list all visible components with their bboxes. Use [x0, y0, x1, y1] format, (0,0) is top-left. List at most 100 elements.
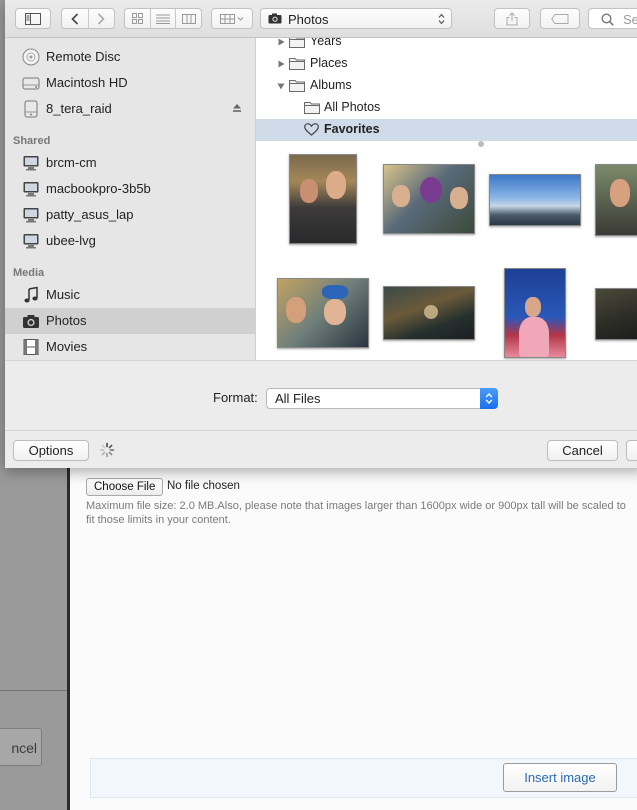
photo-thumbnail[interactable]: [595, 288, 637, 340]
sidebar-item-macintosh-hd[interactable]: Macintosh HD: [5, 70, 255, 96]
disclosure-right-icon: [278, 38, 285, 46]
sidebar-item-patty-asus-lap[interactable]: patty_asus_lap: [5, 202, 255, 228]
background-divider: [0, 690, 67, 691]
folder-icon: [289, 38, 305, 48]
photo-thumbnail[interactable]: [595, 164, 637, 236]
background-cancel-button[interactable]: ncel: [0, 728, 42, 766]
folder-icon: [289, 80, 305, 92]
arrange-grid-icon: [220, 13, 244, 24]
format-label: Format:: [213, 390, 258, 405]
sidebar-item-label: Macintosh HD: [46, 75, 128, 90]
folder-icon: [289, 58, 305, 70]
dialog-bottom-bar: Options Cancel: [5, 430, 637, 468]
sidebar-item-8-tera-raid[interactable]: 8_tera_raid: [5, 96, 255, 122]
sidebar-item-movies[interactable]: Movies: [5, 334, 255, 360]
choose-file-button[interactable]: Choose File: [86, 478, 164, 496]
tree-label: All Photos: [324, 100, 381, 114]
music-note-icon: [24, 286, 38, 303]
photo-thumbnail[interactable]: [489, 174, 581, 226]
sidebar-item-label: Photos: [46, 313, 87, 328]
photo-thumbnail[interactable]: [504, 268, 566, 358]
location-popup-label: Photos: [288, 12, 329, 27]
tree-row-years[interactable]: Years: [256, 38, 637, 53]
sidebar-item-remote-disc[interactable]: Remote Disc: [5, 44, 255, 70]
photo-thumbnail[interactable]: [277, 278, 369, 348]
tree-label: Albums: [310, 78, 352, 92]
column-view-button[interactable]: [176, 9, 201, 28]
search-field[interactable]: Se: [588, 8, 637, 29]
photo-thumbnail[interactable]: [383, 286, 475, 340]
sidebar-item-macbookpro-3b5b[interactable]: macbookpro-3b5b: [5, 176, 255, 202]
sidebar-item-music[interactable]: Music: [5, 282, 255, 308]
sidebar-item-photos[interactable]: Photos: [5, 308, 255, 334]
updown-chevron-icon: [485, 393, 493, 404]
computer-icon: [23, 208, 39, 223]
format-select[interactable]: All Files: [266, 388, 498, 409]
disclosure-down-icon: [277, 83, 285, 90]
camera-icon: [268, 13, 282, 24]
sidebar-item-label: patty_asus_lap: [46, 207, 134, 222]
camera-icon: [23, 315, 39, 328]
back-forward-control: [61, 8, 115, 29]
sidebar-toggle-button[interactable]: [15, 8, 51, 29]
search-placeholder: Se: [623, 12, 637, 27]
format-area: Format: All Files: [5, 360, 637, 431]
sidebar-item-label: brcm-cm: [46, 155, 97, 170]
hard-drive-icon: [22, 77, 40, 90]
format-select-value: All Files: [275, 391, 321, 406]
sidebar-item-brcm-cm[interactable]: brcm-cm: [5, 150, 255, 176]
tree-row-favorites[interactable]: Favorites: [256, 119, 637, 141]
file-open-dialog: Photos Se Remote Disc Macintosh HD 8_ter…: [5, 0, 637, 468]
file-browser: Years Places Albums All Photos Favorites: [255, 38, 637, 360]
share-icon: [506, 11, 518, 25]
computer-icon: [23, 156, 39, 171]
list-view-button[interactable]: [151, 9, 177, 28]
sidebar-item-label: Remote Disc: [46, 49, 121, 64]
folder-icon: [304, 102, 320, 114]
tree-row-all-photos[interactable]: All Photos: [256, 97, 637, 119]
arrange-button[interactable]: [211, 8, 253, 29]
disclosure-right-icon: [278, 60, 285, 68]
format-select-stepper: [480, 388, 498, 409]
sidebar-toggle-icon: [25, 12, 41, 25]
view-mode-control: [124, 8, 202, 29]
sidebar-item-label: macbookpro-3b5b: [46, 181, 151, 196]
film-icon: [23, 339, 39, 355]
tree-label: Years: [310, 38, 342, 48]
sidebar-item-label: ubee-lvg: [46, 233, 96, 248]
computer-icon: [23, 182, 39, 197]
location-popup[interactable]: Photos: [260, 8, 452, 29]
share-button[interactable]: [494, 8, 530, 29]
tree-label: Favorites: [324, 122, 380, 136]
sidebar-item-label: 8_tera_raid: [46, 101, 112, 116]
sidebar-item-label: Movies: [46, 339, 88, 354]
tree-label: Places: [310, 56, 348, 70]
photo-grid: [256, 140, 637, 360]
back-button[interactable]: [62, 9, 89, 28]
sidebar-heading-shared: Shared: [13, 135, 51, 147]
dialog-toolbar: Photos Se: [5, 0, 637, 38]
forward-button[interactable]: [89, 9, 115, 28]
dialog-sidebar: Remote Disc Macintosh HD 8_tera_raid Sha…: [5, 38, 255, 360]
disc-icon: [22, 48, 40, 66]
list-view-icon: [156, 14, 170, 24]
photo-thumbnail[interactable]: [289, 154, 357, 244]
tree-row-places[interactable]: Places: [256, 53, 637, 75]
tag-button[interactable]: [540, 8, 580, 29]
resize-dot: [478, 141, 484, 147]
insert-image-button[interactable]: Insert image: [503, 763, 617, 792]
sidebar-heading-media: Media: [13, 267, 45, 279]
tree-row-albums[interactable]: Albums: [256, 75, 637, 97]
open-button[interactable]: [626, 440, 637, 461]
eject-icon[interactable]: [232, 103, 242, 113]
upload-help-text: Maximum file size: 2.0 MB.Also, please n…: [86, 500, 626, 526]
chevron-left-icon: [71, 12, 78, 25]
icon-view-button[interactable]: [125, 9, 151, 28]
column-view-icon: [181, 13, 196, 24]
external-drive-icon: [24, 100, 38, 118]
cancel-button[interactable]: Cancel: [547, 440, 618, 461]
options-button[interactable]: Options: [13, 440, 89, 461]
photo-thumbnail[interactable]: [383, 164, 475, 234]
sidebar-item-ubee-lvg[interactable]: ubee-lvg: [5, 228, 255, 254]
chevron-right-icon: [98, 12, 105, 25]
